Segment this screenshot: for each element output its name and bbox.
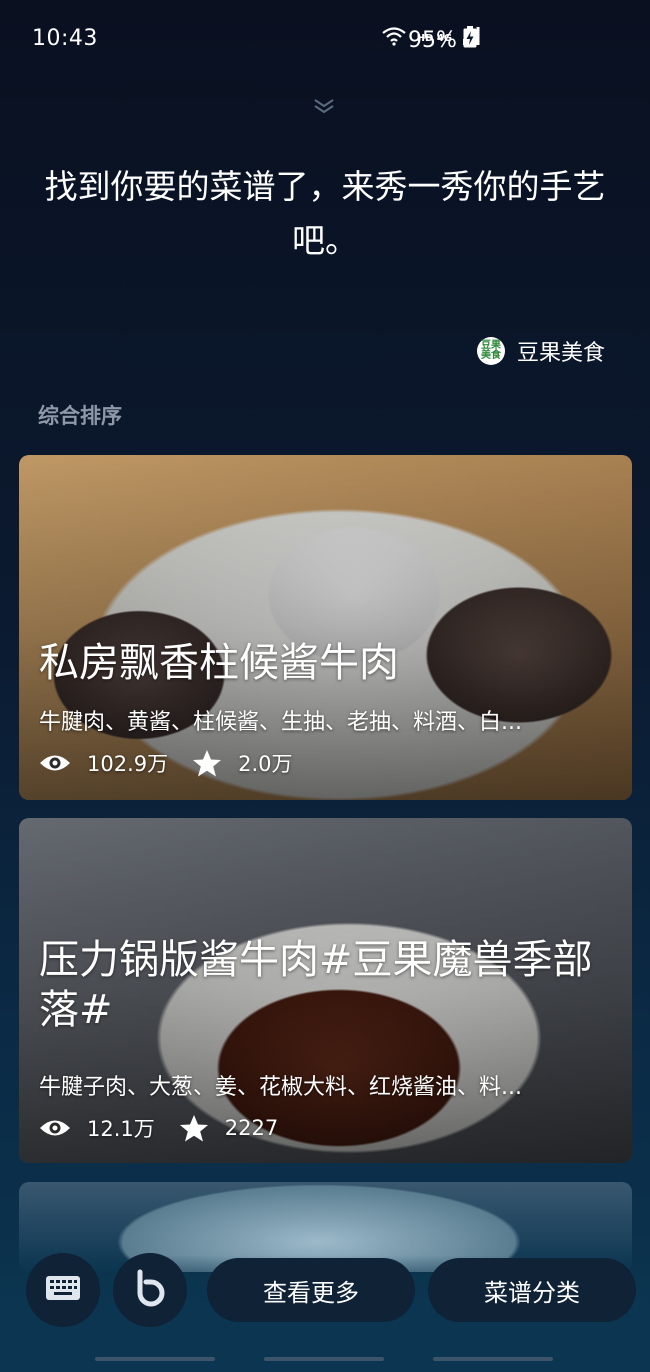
battery-percent: 95%	[408, 27, 457, 53]
battery-charging-icon	[463, 26, 477, 54]
recipe-card[interactable]: 私房飘香柱候酱牛肉 牛腱肉、黄酱、柱候酱、生抽、老抽、料酒、白... 102.9…	[19, 455, 632, 800]
status-time: 10:43	[32, 26, 98, 51]
douguo-logo: 豆果美食	[476, 337, 505, 365]
battery-status: 95%	[408, 26, 477, 54]
sort-label[interactable]: 综合排序	[38, 400, 122, 430]
source-name: 豆果美食	[516, 341, 605, 366]
view-more-button[interactable]: 查看更多	[207, 1258, 415, 1322]
star-icon	[192, 749, 222, 777]
recipe-ingredients: 牛腱肉、黄酱、柱候酱、生抽、老抽、料酒、白...	[39, 710, 522, 735]
recipe-category-button[interactable]: 菜谱分类	[428, 1258, 636, 1322]
favorite-count: 2.0万	[238, 752, 293, 776]
voice-assistant-button[interactable]	[113, 1253, 187, 1327]
recipe-stats: 102.9万 2.0万	[39, 748, 293, 778]
recipe-title: 压力锅版酱牛肉#豆果魔兽季部落#	[39, 937, 593, 1033]
recipe-stats: 12.1万 2227	[39, 1113, 278, 1143]
keyboard-button[interactable]	[26, 1253, 100, 1327]
bixby-icon	[132, 1269, 168, 1311]
nav-hint-right	[433, 1357, 553, 1361]
nav-hint-left	[95, 1357, 215, 1361]
keyboard-icon	[45, 1275, 81, 1305]
view-count: 102.9万	[87, 752, 169, 776]
recipe-title: 私房飘香柱候酱牛肉	[39, 640, 399, 686]
collapse-chevron-icon[interactable]	[312, 98, 336, 118]
eye-icon	[39, 1117, 71, 1139]
favorite-count: 2227	[224, 1116, 279, 1140]
eye-icon	[39, 752, 71, 774]
wifi-icon	[381, 26, 407, 50]
assistant-response-text: 找到你要的菜谱了，来秀一秀你的手艺吧。	[44, 167, 606, 260]
view-count: 12.1万	[87, 1117, 155, 1141]
star-icon	[179, 1114, 209, 1142]
recipe-source[interactable]: 豆果美食 豆果美食	[476, 335, 605, 367]
recipe-card[interactable]: 压力锅版酱牛肉#豆果魔兽季部落# 牛腱子肉、大葱、姜、花椒大料、红烧酱油、料..…	[19, 818, 632, 1163]
recipe-ingredients: 牛腱子肉、大葱、姜、花椒大料、红烧酱油、料...	[39, 1075, 522, 1100]
status-bar: 10:43 HD 4G 95%	[0, 0, 650, 80]
nav-hint-center	[264, 1357, 384, 1361]
